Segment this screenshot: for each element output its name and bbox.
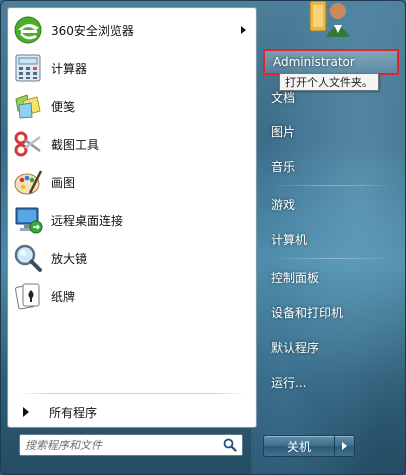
solitaire-icon — [12, 280, 44, 312]
program-label: 计算器 — [51, 61, 88, 76]
search-input[interactable] — [25, 438, 215, 452]
search-area — [7, 428, 257, 468]
program-label: 纸牌 — [51, 289, 76, 304]
shutdown-options-button[interactable] — [335, 435, 355, 457]
program-item-solitaire[interactable]: 纸牌 — [10, 277, 254, 315]
devices-printers-link[interactable]: 设备和打印机 — [263, 299, 399, 325]
submenu-arrow-icon[interactable] — [241, 26, 246, 34]
right-divider — [269, 258, 397, 259]
games-label: 游戏 — [271, 197, 296, 212]
user-name: Administrator — [273, 55, 355, 69]
calculator-icon — [12, 52, 44, 84]
search-icon[interactable] — [223, 438, 237, 455]
run-label: 运行... — [271, 375, 307, 390]
computer-label: 计算机 — [271, 232, 308, 247]
default-programs-link[interactable]: 默认程序 — [263, 334, 399, 360]
program-item-360-browser[interactable]: 360安全浏览器 — [10, 11, 254, 49]
start-menu: 360安全浏览器 计算器 便笺 截图工具 画图 远程桌面连接 放大镜 纸牌 所有… — [0, 0, 406, 475]
program-item-magnifier[interactable]: 放大镜 — [10, 239, 254, 277]
control-panel-label: 控制面板 — [271, 270, 320, 285]
user-picture-icon[interactable] — [304, 1, 356, 37]
snipping-tool-icon — [12, 128, 44, 160]
magnifier-icon — [12, 242, 44, 274]
browser-icon — [12, 14, 44, 46]
user-folder-link[interactable]: Administrator — [263, 49, 399, 75]
program-label: 便笺 — [51, 99, 76, 114]
pictures-label: 图片 — [271, 124, 296, 139]
music-label: 音乐 — [271, 159, 296, 174]
program-item-sticky-notes[interactable]: 便笺 — [10, 87, 254, 125]
all-programs-label: 所有程序 — [49, 405, 98, 420]
program-label: 截图工具 — [51, 137, 100, 152]
computer-link[interactable]: 计算机 — [263, 226, 399, 252]
music-link[interactable]: 音乐 — [263, 153, 399, 179]
devices-printers-label: 设备和打印机 — [271, 305, 344, 320]
run-link[interactable]: 运行... — [263, 369, 399, 395]
programs-divider — [18, 393, 248, 394]
arrow-right-icon — [342, 442, 347, 450]
all-programs-button[interactable]: 所有程序 — [14, 400, 252, 424]
remote-desktop-icon — [12, 204, 44, 236]
expand-arrow-icon — [23, 407, 29, 417]
program-item-snipping-tool[interactable]: 截图工具 — [10, 125, 254, 163]
program-label: 放大镜 — [51, 251, 88, 266]
search-box[interactable] — [19, 434, 243, 456]
program-label: 360安全浏览器 — [51, 23, 134, 38]
program-item-calculator[interactable]: 计算器 — [10, 49, 254, 87]
shutdown-button[interactable]: 关机 — [263, 435, 335, 457]
documents-label: 文档 — [271, 90, 296, 105]
control-panel-link[interactable]: 控制面板 — [263, 264, 399, 290]
right-divider — [269, 185, 397, 186]
program-item-remote-desktop[interactable]: 远程桌面连接 — [10, 201, 254, 239]
default-programs-label: 默认程序 — [271, 340, 320, 355]
program-label: 画图 — [51, 175, 76, 190]
program-label: 远程桌面连接 — [51, 213, 124, 228]
programs-pane: 360安全浏览器 计算器 便笺 截图工具 画图 远程桌面连接 放大镜 纸牌 所有… — [7, 7, 257, 428]
documents-link[interactable]: 文档 — [263, 84, 399, 110]
games-link[interactable]: 游戏 — [263, 191, 399, 217]
program-item-paint[interactable]: 画图 — [10, 163, 254, 201]
shutdown-label: 关机 — [286, 439, 311, 454]
pictures-link[interactable]: 图片 — [263, 118, 399, 144]
sticky-notes-icon — [12, 90, 44, 122]
paint-icon — [12, 166, 44, 198]
